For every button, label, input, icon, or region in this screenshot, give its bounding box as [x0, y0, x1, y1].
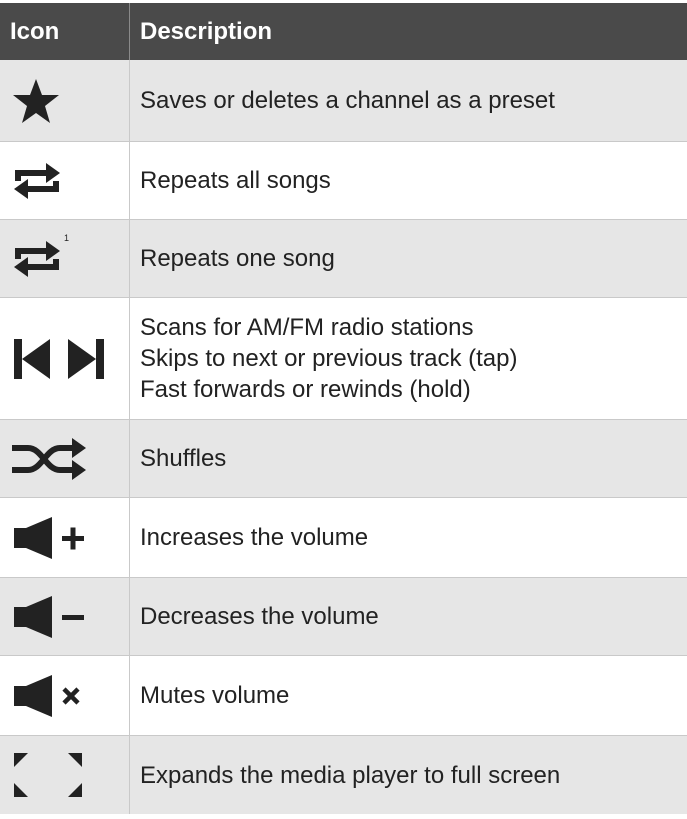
description-line: Mutes volume	[140, 682, 290, 709]
icon-cell	[0, 498, 130, 577]
description-line: Repeats one song	[140, 245, 335, 272]
volume-down-icon	[12, 595, 88, 638]
icon-cell: 1	[0, 220, 130, 297]
description-cell: Repeats all songs	[130, 142, 687, 219]
description-line: Decreases the volume	[140, 603, 379, 630]
table-row: Expands the media player to full screen	[0, 736, 687, 814]
table-row: Scans for AM/FM radio stations Skips to …	[0, 298, 687, 420]
description-line: Expands the media player to full screen	[140, 761, 561, 789]
description-cell: Decreases the volume	[130, 578, 687, 655]
repeat-all-icon	[12, 159, 62, 203]
icon-description-table: Icon Description Saves or deletes a chan…	[0, 3, 687, 814]
icon-cell	[0, 60, 130, 141]
table-header-row: Icon Description	[0, 3, 687, 60]
description-cell: Shuffles	[130, 420, 687, 497]
table-row: 1 Repeats one song	[0, 220, 687, 298]
header-icon: Icon	[0, 3, 130, 60]
table-row: Increases the volume	[0, 498, 687, 578]
icon-cell	[0, 142, 130, 219]
icon-cell	[0, 656, 130, 735]
description-line: Fast forwards or rewinds (hold)	[140, 376, 471, 403]
description-line: Saves or deletes a channel as a preset	[140, 87, 555, 114]
icon-cell	[0, 298, 130, 419]
icon-cell	[0, 578, 130, 655]
mute-icon	[12, 674, 88, 717]
table-row: Decreases the volume	[0, 578, 687, 656]
description-line: Scans for AM/FM radio stations	[140, 314, 474, 341]
table-row: Shuffles	[0, 420, 687, 498]
description-cell: Increases the volume	[130, 498, 687, 577]
repeat-one-icon: 1	[12, 233, 69, 281]
star-icon	[12, 78, 60, 124]
fullscreen-icon	[12, 751, 84, 799]
description-line: Shuffles	[140, 445, 227, 472]
description-line: Skips to next or previous track (tap)	[140, 345, 518, 372]
table-row: Repeats all songs	[0, 142, 687, 220]
shuffle-icon	[12, 437, 88, 480]
table-row: Saves or deletes a channel as a preset	[0, 60, 687, 142]
description-line: Repeats all songs	[140, 167, 331, 194]
description-cell: Repeats one song	[130, 220, 687, 297]
icon-cell	[0, 736, 130, 814]
table-row: Mutes volume	[0, 656, 687, 736]
volume-up-icon	[12, 516, 88, 559]
header-description: Description	[140, 18, 273, 45]
repeat-one-badge: 1	[64, 232, 70, 243]
skip-previous-next-icon	[12, 337, 106, 381]
description-line: Increases the volume	[140, 524, 369, 551]
description-cell: Expands the media player to full screen	[130, 736, 687, 814]
description-cell: Scans for AM/FM radio stations Skips to …	[130, 298, 687, 419]
icon-cell	[0, 420, 130, 497]
description-cell: Saves or deletes a channel as a preset	[130, 60, 687, 141]
description-cell: Mutes volume	[130, 656, 687, 735]
